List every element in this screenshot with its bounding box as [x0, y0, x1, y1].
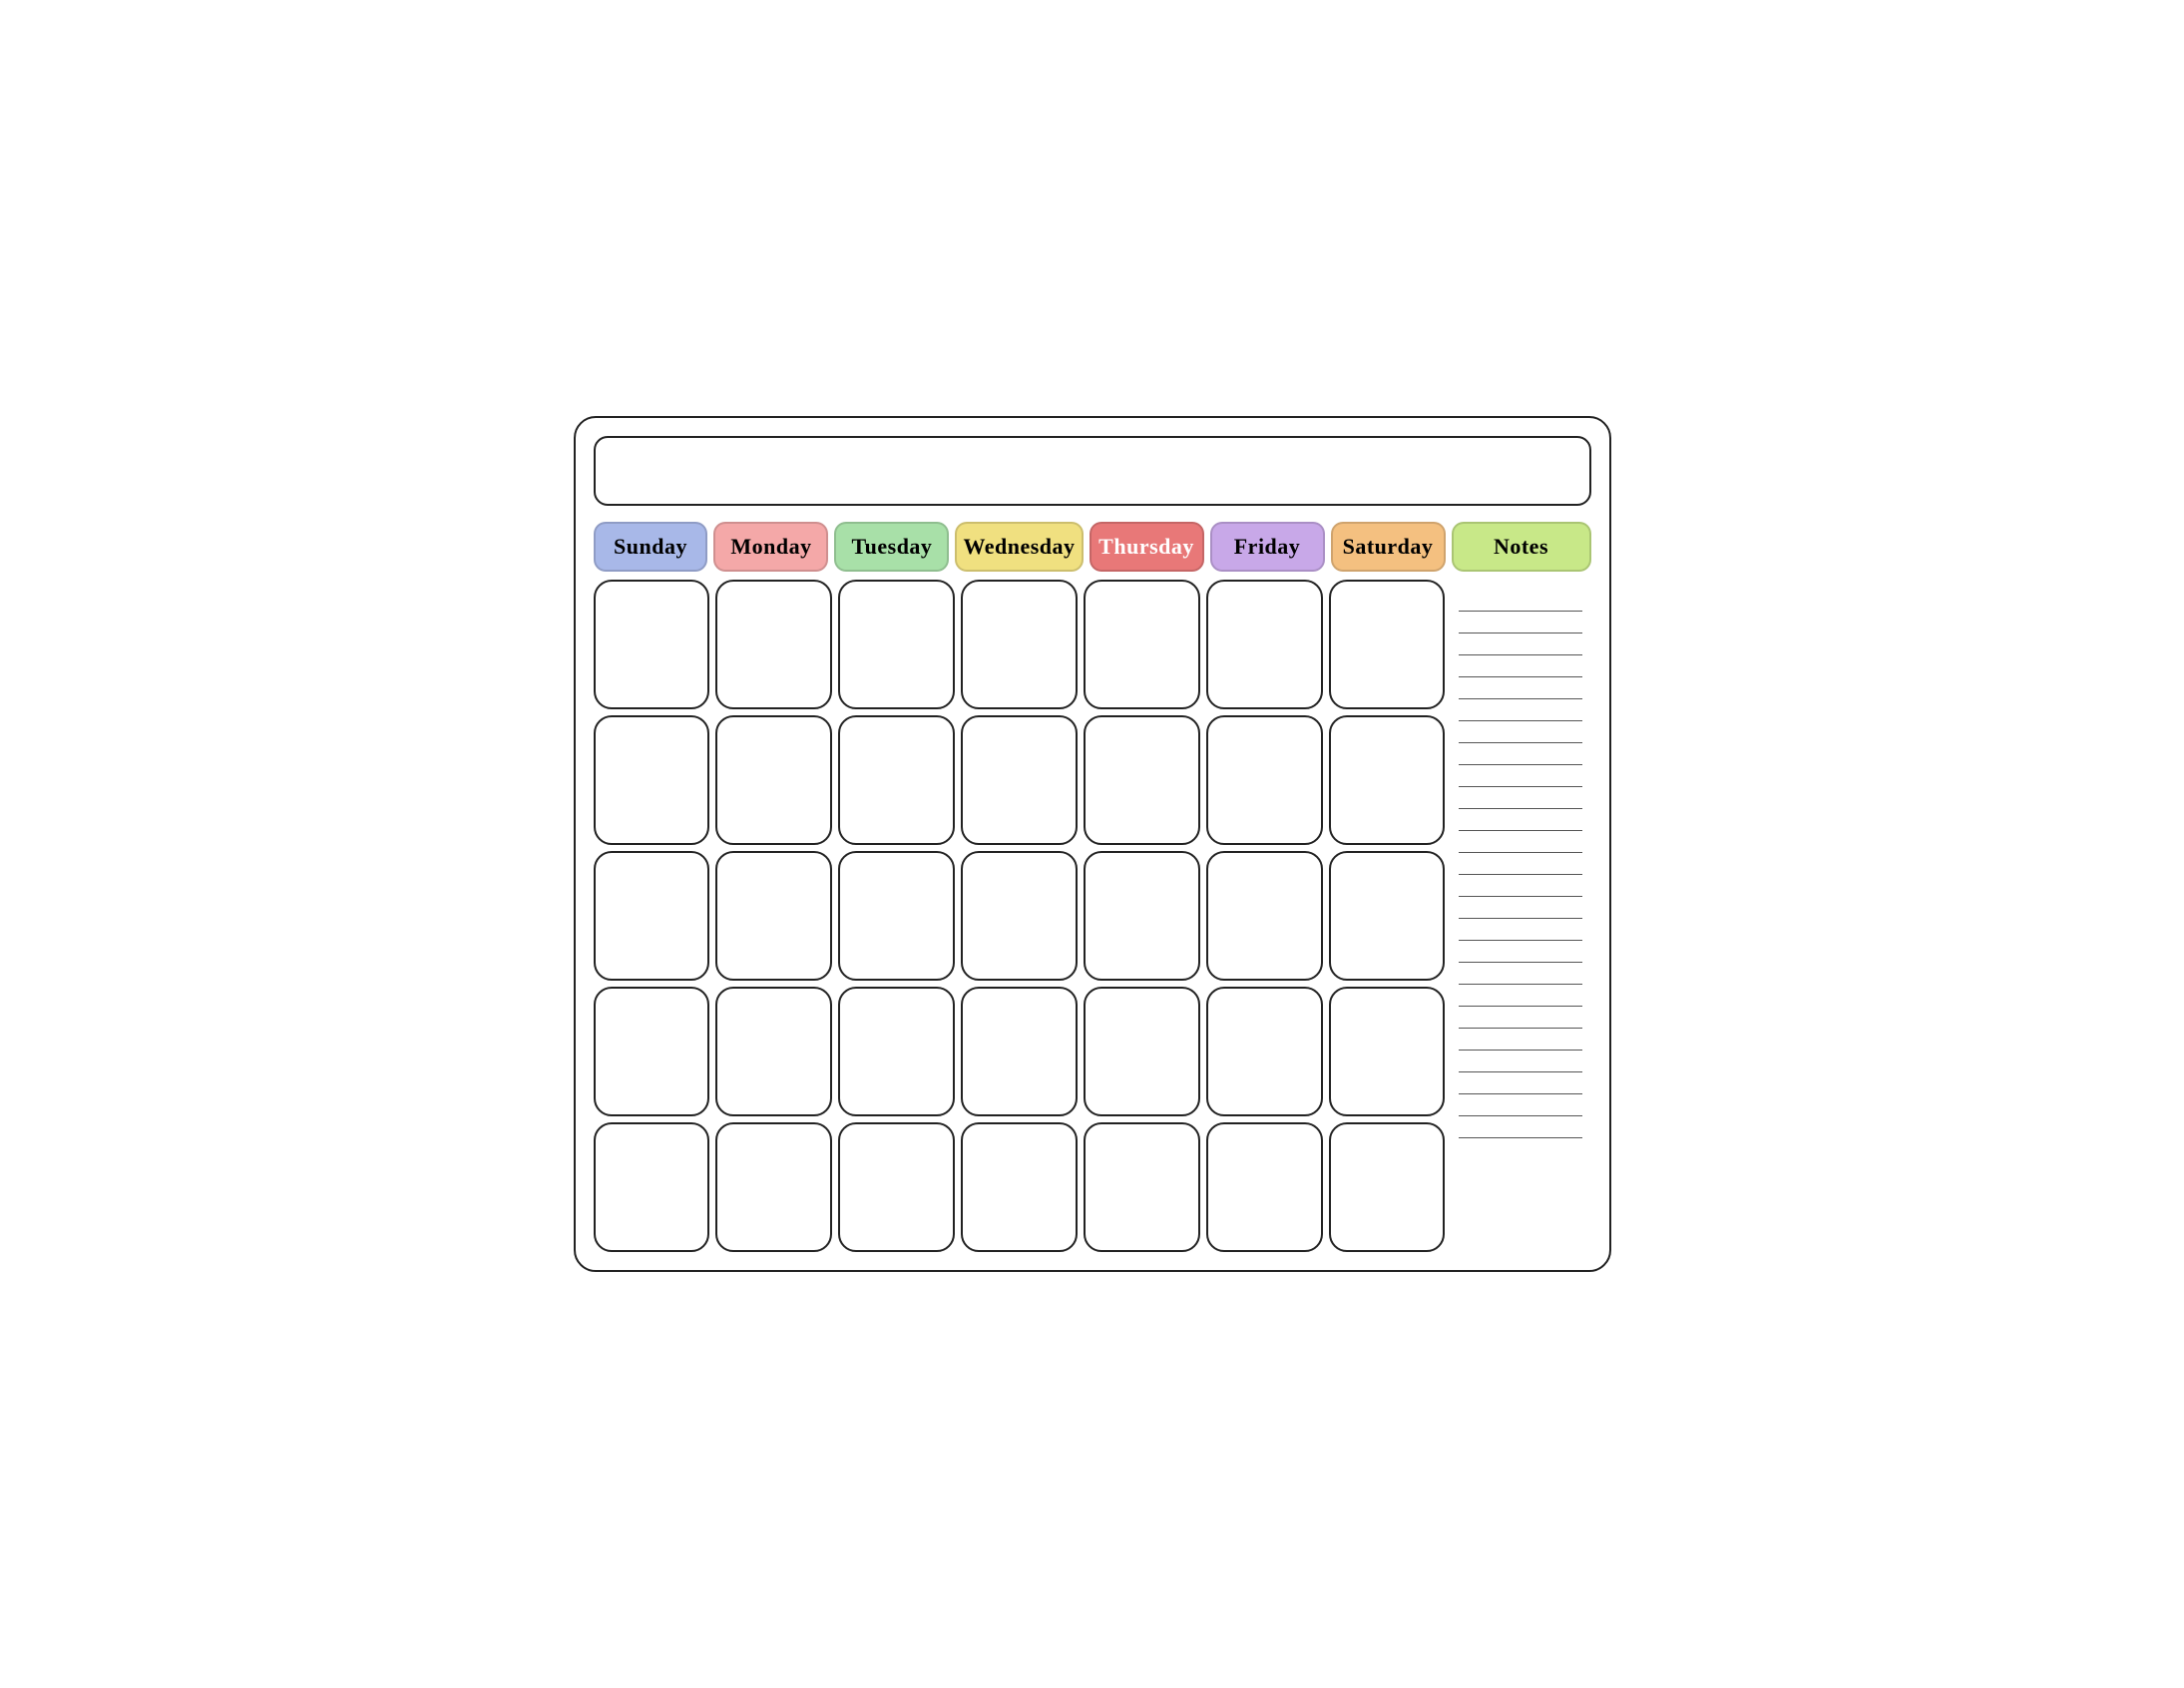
- note-line: [1459, 831, 1582, 853]
- note-line: [1459, 590, 1582, 612]
- cell-r3-sat[interactable]: [1329, 851, 1446, 981]
- note-line: [1459, 1029, 1582, 1051]
- title-area[interactable]: [594, 436, 1591, 506]
- cell-r2-fri[interactable]: [1206, 715, 1323, 845]
- calendar-grid: [594, 580, 1591, 1252]
- cell-r4-mon[interactable]: [715, 987, 832, 1116]
- cell-r5-thu[interactable]: [1084, 1122, 1200, 1252]
- calendar-wrapper: Sunday Monday Tuesday Wednesday Thursday…: [544, 386, 1641, 1302]
- note-line: [1459, 853, 1582, 875]
- header-monday: Monday: [713, 522, 828, 572]
- note-line: [1459, 655, 1582, 677]
- cell-r4-thu[interactable]: [1084, 987, 1200, 1116]
- cell-r4-fri[interactable]: [1206, 987, 1323, 1116]
- note-line: [1459, 1094, 1582, 1116]
- cell-r1-sun[interactable]: [594, 580, 710, 709]
- note-line: [1459, 897, 1582, 919]
- note-line: [1459, 919, 1582, 941]
- cell-r5-fri[interactable]: [1206, 1122, 1323, 1252]
- header-tuesday: Tuesday: [834, 522, 949, 572]
- cell-r1-thu[interactable]: [1084, 580, 1200, 709]
- note-line: [1459, 743, 1582, 765]
- note-line: [1459, 677, 1582, 699]
- note-line: [1459, 809, 1582, 831]
- note-line: [1459, 633, 1582, 655]
- cell-r2-tue[interactable]: [838, 715, 955, 845]
- cell-r2-sat[interactable]: [1329, 715, 1446, 845]
- note-line: [1459, 1007, 1582, 1029]
- cell-r5-wed[interactable]: [961, 1122, 1078, 1252]
- note-line: [1459, 1051, 1582, 1072]
- note-line: [1459, 721, 1582, 743]
- note-line: [1459, 875, 1582, 897]
- note-line: [1459, 699, 1582, 721]
- note-line: [1459, 765, 1582, 787]
- calendar-outer: Sunday Monday Tuesday Wednesday Thursday…: [574, 416, 1611, 1272]
- header-saturday: Saturday: [1331, 522, 1446, 572]
- cell-r3-fri[interactable]: [1206, 851, 1323, 981]
- headers-row: Sunday Monday Tuesday Wednesday Thursday…: [594, 522, 1591, 572]
- cell-r4-sun[interactable]: [594, 987, 710, 1116]
- cell-r2-mon[interactable]: [715, 715, 832, 845]
- header-sunday: Sunday: [594, 522, 708, 572]
- note-line: [1459, 941, 1582, 963]
- cell-r2-wed[interactable]: [961, 715, 1078, 845]
- cell-r3-tue[interactable]: [838, 851, 955, 981]
- cell-r3-mon[interactable]: [715, 851, 832, 981]
- note-line: [1459, 1072, 1582, 1094]
- cell-r4-wed[interactable]: [961, 987, 1078, 1116]
- cell-r4-tue[interactable]: [838, 987, 955, 1116]
- cell-r1-fri[interactable]: [1206, 580, 1323, 709]
- cell-r3-wed[interactable]: [961, 851, 1078, 981]
- note-line: [1459, 985, 1582, 1007]
- cell-r1-sat[interactable]: [1329, 580, 1446, 709]
- cell-r4-sat[interactable]: [1329, 987, 1446, 1116]
- cell-r5-mon[interactable]: [715, 1122, 832, 1252]
- note-line: [1459, 612, 1582, 633]
- cell-r5-sat[interactable]: [1329, 1122, 1446, 1252]
- header-wednesday: Wednesday: [955, 522, 1083, 572]
- notes-column[interactable]: [1451, 580, 1590, 1252]
- cell-r5-sun[interactable]: [594, 1122, 710, 1252]
- header-notes: Notes: [1452, 522, 1591, 572]
- cell-r2-sun[interactable]: [594, 715, 710, 845]
- note-line: [1459, 963, 1582, 985]
- cell-r1-wed[interactable]: [961, 580, 1078, 709]
- note-line: [1459, 787, 1582, 809]
- note-line: [1459, 1116, 1582, 1138]
- header-thursday: Thursday: [1090, 522, 1204, 572]
- cell-r1-mon[interactable]: [715, 580, 832, 709]
- cell-r3-sun[interactable]: [594, 851, 710, 981]
- header-friday: Friday: [1210, 522, 1325, 572]
- cell-r2-thu[interactable]: [1084, 715, 1200, 845]
- cell-r5-tue[interactable]: [838, 1122, 955, 1252]
- cell-r1-tue[interactable]: [838, 580, 955, 709]
- cell-r3-thu[interactable]: [1084, 851, 1200, 981]
